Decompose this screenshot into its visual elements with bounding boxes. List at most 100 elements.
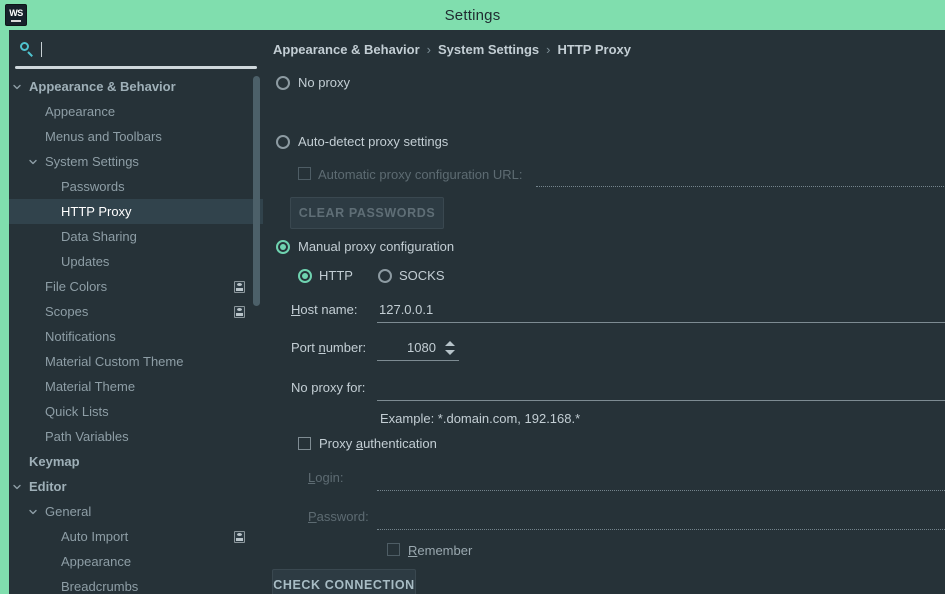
underline-host-name [377, 322, 945, 323]
checkbox-automatic-proxy-config-url[interactable] [298, 167, 311, 180]
sidebar-item-appearance[interactable]: Appearance [9, 99, 263, 124]
sidebar-item-label: System Settings [45, 154, 139, 169]
sidebar-item-label: Scopes [45, 304, 89, 319]
breadcrumb-part-1[interactable]: Appearance & Behavior [273, 42, 420, 57]
chevron-down-icon[interactable] [11, 481, 23, 493]
label-protocol-http[interactable]: HTTP [319, 268, 353, 283]
port-number-mnemonic: n [318, 340, 326, 355]
sidebar-item-notifications[interactable]: Notifications [9, 324, 263, 349]
sidebar-item-label: HTTP Proxy [61, 204, 132, 219]
sidebar-item-keymap[interactable]: Keymap [9, 449, 263, 474]
project-settings-badge-icon [234, 305, 245, 318]
sidebar-item-scopes[interactable]: Scopes [9, 299, 263, 324]
window-title-bar: WS Settings [0, 0, 945, 30]
sidebar-item-label: Data Sharing [61, 229, 137, 244]
sidebar-item-system-settings[interactable]: System Settings [9, 149, 263, 174]
sidebar-item-general[interactable]: General [9, 499, 263, 524]
label-manual-proxy-configuration[interactable]: Manual proxy configuration [298, 239, 454, 254]
webstorm-logo-icon: WS [5, 4, 27, 26]
sidebar-item-label: Menus and Toolbars [45, 129, 162, 144]
label-auto-detect-proxy[interactable]: Auto-detect proxy settings [298, 134, 448, 149]
sidebar-item-label: Notifications [45, 329, 116, 344]
sidebar-item-label: Material Custom Theme [45, 354, 184, 369]
sidebar-item-label: Breadcrumbs [61, 579, 139, 594]
radio-manual-proxy-configuration[interactable] [276, 240, 290, 254]
sidebar-item-breadcrumbs[interactable]: Breadcrumbs [9, 574, 263, 594]
label-port-number: Port number: [291, 340, 366, 355]
spinner-up-arrow-icon [445, 341, 455, 346]
spinner-down-arrow-icon [445, 350, 455, 355]
project-settings-badge-icon [234, 530, 245, 543]
search-row[interactable] [15, 34, 257, 64]
port-number-label-start: Port [291, 340, 319, 355]
sidebar-item-material-custom-theme[interactable]: Material Custom Theme [9, 349, 263, 374]
chevron-down-icon[interactable] [11, 81, 23, 93]
sidebar-item-path-variables[interactable]: Path Variables [9, 424, 263, 449]
sidebar-item-editor[interactable]: Editor [9, 474, 263, 499]
settings-content-panel: Appearance & Behavior › System Settings … [263, 30, 945, 594]
check-connection-button[interactable]: CHECK CONNECTION [272, 569, 416, 594]
port-number-input[interactable]: 1080 [407, 340, 436, 355]
sidebar-scrollbar-thumb[interactable] [253, 76, 260, 306]
sidebar-item-label: Appearance [45, 104, 116, 119]
sidebar-item-label: Auto Import [61, 529, 129, 544]
radio-protocol-socks[interactable] [378, 269, 392, 283]
underline-automatic-proxy-config-url [536, 186, 944, 187]
settings-tree: Appearance & Behavior Appearance Menus and… [9, 74, 263, 594]
label-no-proxy-for: No proxy for: [291, 380, 366, 395]
label-protocol-socks[interactable]: SOCKS [399, 268, 445, 283]
label-no-proxy[interactable]: No proxy [298, 75, 350, 90]
sidebar-item-appearance[interactable]: Appearance [9, 549, 263, 574]
breadcrumb-part-2[interactable]: System Settings [438, 42, 539, 57]
project-settings-badge-icon [234, 280, 245, 293]
underline-port-number [377, 360, 459, 361]
remember-mnemonic: R [408, 543, 418, 558]
radio-protocol-http[interactable] [298, 269, 312, 283]
port-number-spinner[interactable] [445, 340, 455, 356]
sidebar-item-file-colors[interactable]: File Colors [9, 274, 263, 299]
sidebar-item-passwords[interactable]: Passwords [9, 174, 263, 199]
underline-no-proxy-for [377, 400, 945, 401]
chevron-down-icon[interactable] [27, 156, 39, 168]
sidebar-item-data-sharing[interactable]: Data Sharing [9, 224, 263, 249]
sidebar-item-label: Material Theme [45, 379, 136, 394]
label-automatic-proxy-config-url: Automatic proxy configuration URL: [318, 167, 523, 182]
checkbox-proxy-authentication[interactable] [298, 437, 311, 450]
search-input-caret [41, 41, 42, 57]
accent-strip [0, 30, 9, 594]
sidebar-item-menus-and-toolbars[interactable]: Menus and Toolbars [9, 124, 263, 149]
settings-sidebar: Appearance & Behavior Appearance Menus and… [9, 30, 263, 594]
port-number-label-rest: umber: [325, 340, 367, 355]
host-name-input[interactable]: 127.0.0.1 [379, 302, 433, 317]
sidebar-item-quick-lists[interactable]: Quick Lists [9, 399, 263, 424]
sidebar-item-label: Path Variables [45, 429, 129, 444]
host-name-mnemonic: H [291, 302, 301, 317]
sidebar-item-label: Keymap [29, 454, 80, 469]
label-password: Password: [308, 509, 369, 524]
breadcrumb-separator-2: › [546, 42, 551, 57]
search-input-underline [15, 66, 257, 69]
password-mnemonic: P [308, 509, 317, 524]
breadcrumb: Appearance & Behavior › System Settings … [273, 42, 631, 57]
host-name-label-rest: ost name: [300, 302, 358, 317]
logo-underbar [11, 19, 21, 22]
breadcrumb-part-3: HTTP Proxy [557, 42, 631, 57]
radio-no-proxy[interactable] [276, 76, 290, 90]
clear-passwords-button[interactable]: CLEAR PASSWORDS [290, 197, 444, 229]
sidebar-scrollbar[interactable] [253, 76, 260, 306]
sidebar-item-label: Updates [61, 254, 110, 269]
sidebar-item-auto-import[interactable]: Auto Import [9, 524, 263, 549]
sidebar-item-updates[interactable]: Updates [9, 249, 263, 274]
sidebar-item-label: Appearance [61, 554, 132, 569]
password-label-rest: assword: [316, 509, 369, 524]
sidebar-item-material-theme[interactable]: Material Theme [9, 374, 263, 399]
chevron-down-icon[interactable] [27, 506, 39, 518]
sidebar-item-label: Quick Lists [45, 404, 109, 419]
sidebar-item-http-proxy[interactable]: HTTP Proxy [9, 199, 263, 224]
radio-auto-detect-proxy[interactable] [276, 135, 290, 149]
label-proxy-authentication[interactable]: Proxy authentication [319, 436, 437, 451]
checkbox-remember[interactable] [387, 543, 400, 556]
underline-login [377, 490, 945, 491]
sidebar-item-appearance-behavior[interactable]: Appearance & Behavior [9, 74, 263, 99]
proxy-auth-mnemonic: a [355, 436, 364, 451]
